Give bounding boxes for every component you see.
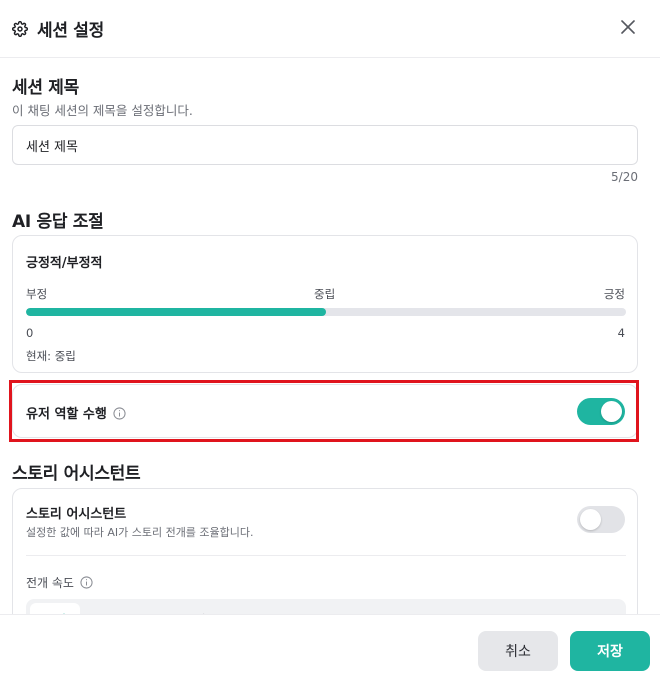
story-assistant-heading: 스토리 어시스턴트 xyxy=(12,464,141,484)
pace-option-fast[interactable]: 빠름 xyxy=(130,603,180,615)
story-assistant-description: 설정한 값에 따라 AI가 스토리 전개를 조율합니다. xyxy=(26,526,254,539)
toggle-knob xyxy=(580,509,601,530)
pace-row: 전개 속도 xyxy=(26,574,93,591)
session-title-description: 이 채팅 세션의 제목을 설정합니다. xyxy=(12,103,193,118)
divider xyxy=(26,555,626,556)
session-title-input[interactable] xyxy=(12,125,638,165)
sentiment-max-label: 4 xyxy=(617,326,625,340)
pace-option-normal[interactable]: 보통 xyxy=(80,603,130,615)
session-title-heading: 세션 제목 xyxy=(12,78,79,98)
pace-label: 전개 속도 xyxy=(26,576,74,590)
sentiment-center-label: 중립 xyxy=(314,287,336,301)
session-title-counter: 5/20 xyxy=(611,170,638,184)
dialog-content[interactable]: 세션 제목 이 채팅 세션의 제목을 설정합니다. 5/20 AI 응답 조절 … xyxy=(0,58,660,614)
pace-selector[interactable]: 느림 보통 빠름 매우 빠름 xyxy=(26,599,626,614)
sentiment-current-text: 현재: 중립 xyxy=(26,349,76,363)
sentiment-card: 긍정적/부정적 부정 중립 긍정 0 4 현재: 중립 xyxy=(12,235,638,373)
dialog-footer: 취소 저장 xyxy=(0,614,660,680)
cancel-button[interactable]: 취소 xyxy=(478,631,558,671)
story-assistant-toggle[interactable] xyxy=(577,506,625,533)
pace-option-very-fast[interactable]: 매우 빠름 xyxy=(180,603,256,615)
sentiment-right-label: 긍정 xyxy=(603,287,625,301)
info-icon[interactable] xyxy=(80,576,93,589)
save-button[interactable]: 저장 xyxy=(570,631,650,671)
sentiment-label: 긍정적/부정적 xyxy=(26,256,103,271)
sentiment-min-label: 0 xyxy=(26,326,34,340)
dialog-header: 세션 설정 xyxy=(0,0,660,58)
close-icon[interactable] xyxy=(618,17,638,37)
sentiment-left-label: 부정 xyxy=(26,287,48,301)
gear-icon xyxy=(12,20,28,37)
sentiment-slider[interactable] xyxy=(26,308,626,316)
sentiment-slider-fill xyxy=(26,308,326,316)
highlight-box xyxy=(9,380,639,442)
dialog-title: 세션 설정 xyxy=(37,21,104,41)
story-assistant-toggle-label: 스토리 어시스턴트 xyxy=(26,507,127,522)
story-assistant-card: 스토리 어시스턴트 설정한 값에 따라 AI가 스토리 전개를 조율합니다. 전… xyxy=(12,488,638,614)
pace-option-slow[interactable]: 느림 xyxy=(30,603,81,614)
ai-response-heading: AI 응답 조절 xyxy=(12,212,104,232)
